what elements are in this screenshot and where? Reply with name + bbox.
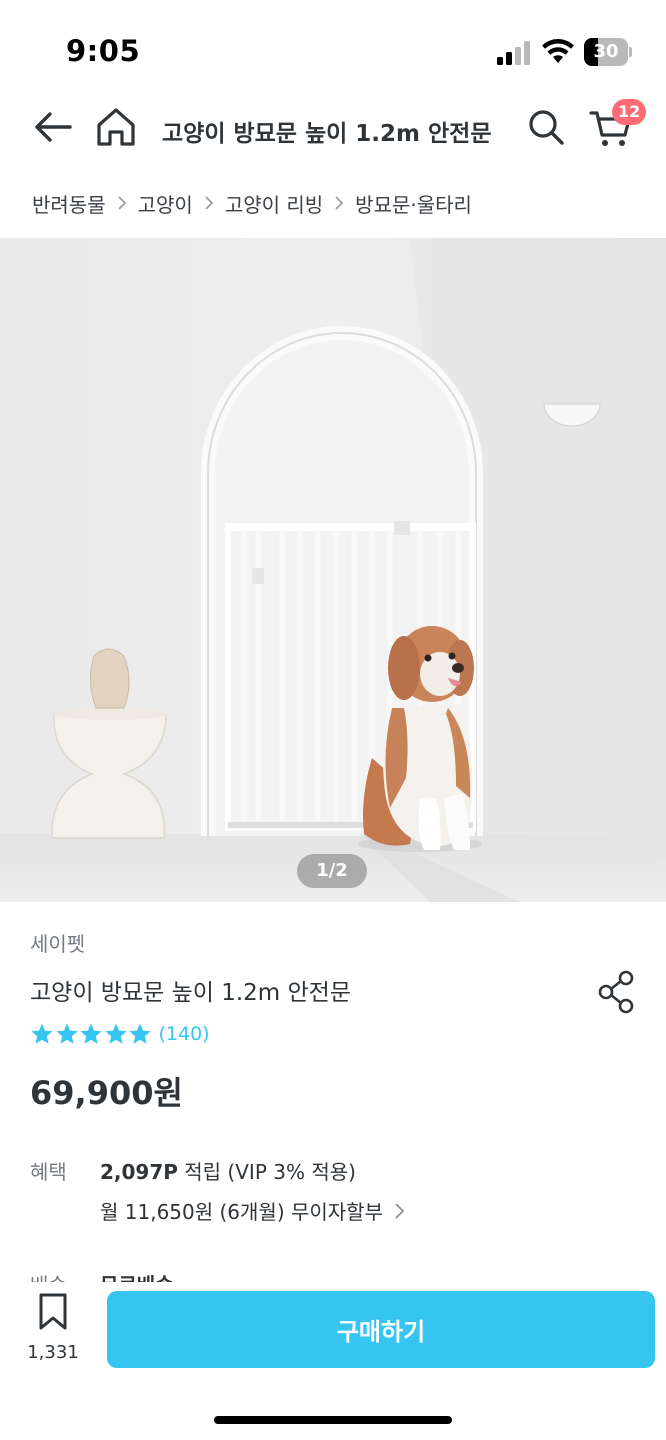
chevron-right-icon — [205, 196, 214, 210]
breadcrumb-cat-living[interactable]: 고양이 리빙 — [225, 189, 323, 218]
shipping-label: 배송 — [30, 1269, 67, 1282]
page-title: 고양이 방묘문 높이 1.2m 안전문 — [162, 121, 492, 147]
product-image[interactable] — [0, 238, 666, 902]
installment-benefit[interactable]: 월 11,650원 (6개월) 무이자할부 — [100, 1196, 409, 1225]
points-description: 적립 (VIP 3% 적용) — [177, 1160, 356, 1184]
search-icon[interactable] — [524, 105, 568, 149]
product-title: 고양이 방묘문 높이 1.2m 안전문 — [30, 980, 351, 1006]
share-icon[interactable] — [594, 968, 638, 1016]
points-amount: 2,097P — [100, 1160, 178, 1184]
review-count: (140) — [158, 1023, 210, 1045]
bookmark-count: 1,331 — [27, 1342, 79, 1363]
breadcrumb-cat[interactable]: 고양이 — [138, 189, 193, 218]
star-icon — [80, 1023, 102, 1044]
brand-name[interactable]: 세이펫 — [30, 928, 85, 957]
chevron-right-icon — [335, 196, 344, 210]
bookmark-button[interactable]: 1,331 — [24, 1292, 82, 1372]
battery-level: 30 — [593, 41, 619, 62]
bottom-action-bar: 1,331 구매하기 — [0, 1282, 666, 1440]
chevron-right-icon — [395, 1202, 405, 1219]
product-photo — [0, 238, 666, 902]
status-bar: 9:05 30 — [0, 0, 666, 100]
top-navigation: 고양이 방묘문 높이 1.2m 안전문 12 — [0, 95, 666, 165]
battery-icon: 30 — [584, 38, 632, 66]
product-rating[interactable]: (140) — [30, 1020, 210, 1048]
back-arrow-icon[interactable] — [32, 105, 76, 149]
home-indicator — [214, 1416, 452, 1424]
installment-text: 월 11,650원 (6개월) 무이자할부 — [100, 1200, 383, 1224]
home-icon[interactable] — [94, 105, 138, 149]
breadcrumb-gate-fence[interactable]: 방묘문·울타리 — [355, 189, 472, 218]
star-icon — [129, 1023, 151, 1044]
chevron-right-icon — [117, 196, 126, 210]
buy-button[interactable]: 구매하기 — [107, 1291, 655, 1368]
cart-count-badge: 12 — [612, 99, 647, 125]
star-icon — [31, 1023, 53, 1044]
benefit-label: 혜택 — [30, 1160, 67, 1184]
image-counter: 1/2 — [297, 854, 367, 888]
star-icon — [104, 1023, 127, 1044]
bookmark-icon — [39, 1293, 67, 1330]
shipping-row: 배송 무료배송 — [0, 1262, 666, 1282]
star-icon — [55, 1023, 78, 1044]
shipping-value[interactable]: 무료배송 — [100, 1269, 174, 1282]
breadcrumb: 반려동물 고양이 고양이 리빙 방묘문·울타리 — [32, 187, 472, 219]
points-benefit: 2,097P 적립 (VIP 3% 적용) — [100, 1156, 356, 1185]
status-time: 9:05 — [66, 34, 141, 68]
wifi-icon — [542, 39, 574, 63]
product-price: 69,900원 — [30, 1074, 183, 1112]
breadcrumb-pets[interactable]: 반려동물 — [32, 189, 106, 218]
cellular-signal-icon — [497, 41, 530, 65]
